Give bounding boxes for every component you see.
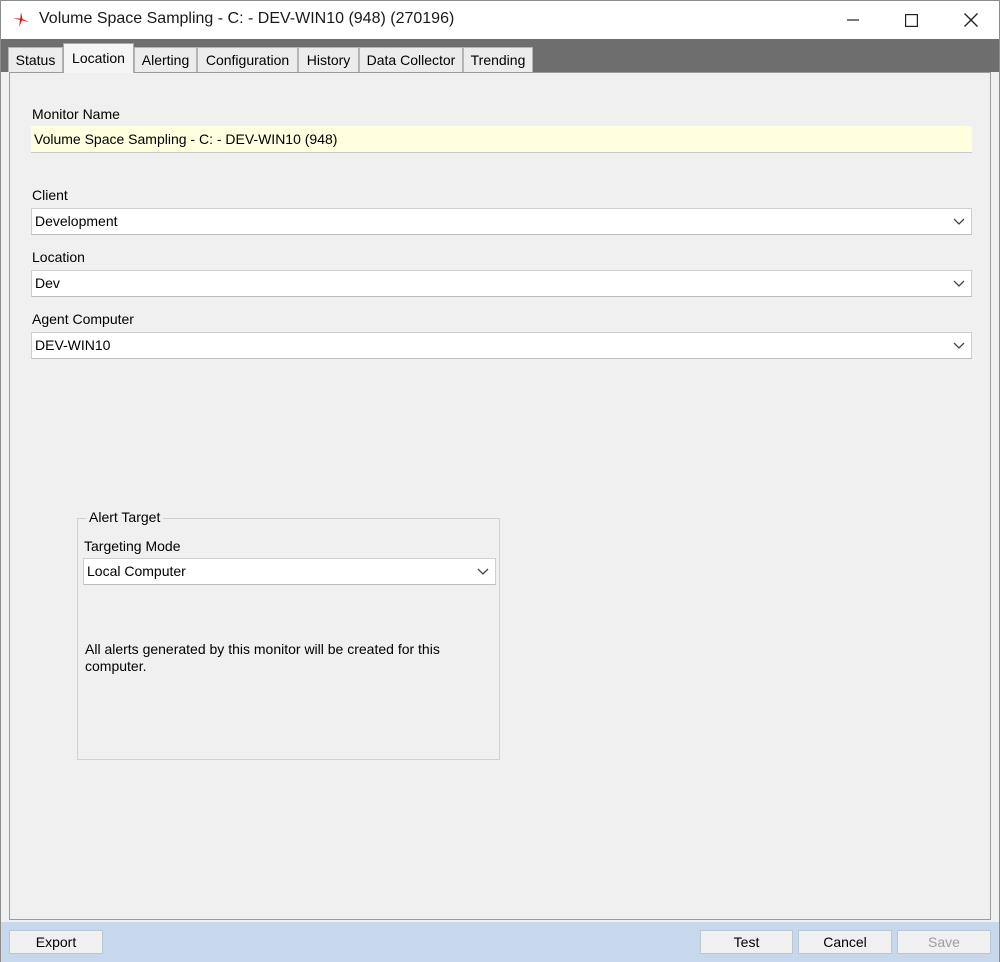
tab-history[interactable]: History [298,47,359,72]
agent-computer-dropdown-value: DEV-WIN10 [35,337,111,353]
tab-trending[interactable]: Trending [463,47,533,72]
chevron-down-icon [953,218,965,225]
targeting-mode-label: Targeting Mode [84,538,181,554]
maximize-icon [904,13,918,27]
agent-computer-dropdown[interactable]: DEV-WIN10 [31,332,972,359]
close-icon [964,13,978,27]
client-label: Client [32,187,68,203]
tab-status[interactable]: Status [8,47,63,72]
minimize-icon [847,19,859,21]
location-tab-panel: Monitor Name Volume Space Sampling - C: … [9,72,991,920]
window-title: Volume Space Sampling - C: - DEV-WIN10 (… [39,10,455,27]
location-label: Location [32,249,85,265]
export-button[interactable]: Export [9,930,103,954]
targeting-description: All alerts generated by this monitor wil… [85,641,440,674]
chevron-down-icon [477,568,489,575]
chevron-down-icon [953,342,965,349]
client-dropdown-value: Development [35,213,118,229]
bottom-button-bar: Export Test Cancel Save [1,922,999,962]
monitor-name-input[interactable]: Volume Space Sampling - C: - DEV-WIN10 (… [31,126,972,153]
tab-configuration[interactable]: Configuration [197,47,298,72]
tab-data-collector[interactable]: Data Collector [359,47,463,72]
chevron-down-icon [953,280,965,287]
monitor-name-label: Monitor Name [32,106,120,122]
agent-computer-label: Agent Computer [32,311,134,327]
maximize-button[interactable] [881,1,941,39]
location-dropdown[interactable]: Dev [31,270,972,297]
alert-target-legend: Alert Target [86,509,164,525]
cancel-button[interactable]: Cancel [798,930,892,954]
alert-target-group: Alert Target Targeting Mode Local Comput… [77,509,500,760]
close-button[interactable] [941,1,1000,39]
minimize-button[interactable] [823,1,883,39]
test-button[interactable]: Test [700,930,793,954]
app-logo-icon [11,10,31,30]
targeting-mode-dropdown[interactable]: Local Computer [83,558,496,585]
tab-alerting[interactable]: Alerting [134,47,197,72]
tab-strip: Status Location Alerting Configuration H… [1,39,999,73]
location-dropdown-value: Dev [35,275,60,291]
save-button[interactable]: Save [897,930,991,954]
client-dropdown[interactable]: Development [31,208,972,235]
title-bar[interactable]: Volume Space Sampling - C: - DEV-WIN10 (… [1,1,999,39]
targeting-mode-value: Local Computer [87,563,186,579]
monitor-window: Volume Space Sampling - C: - DEV-WIN10 (… [0,0,1000,962]
tab-location[interactable]: Location [63,43,134,73]
